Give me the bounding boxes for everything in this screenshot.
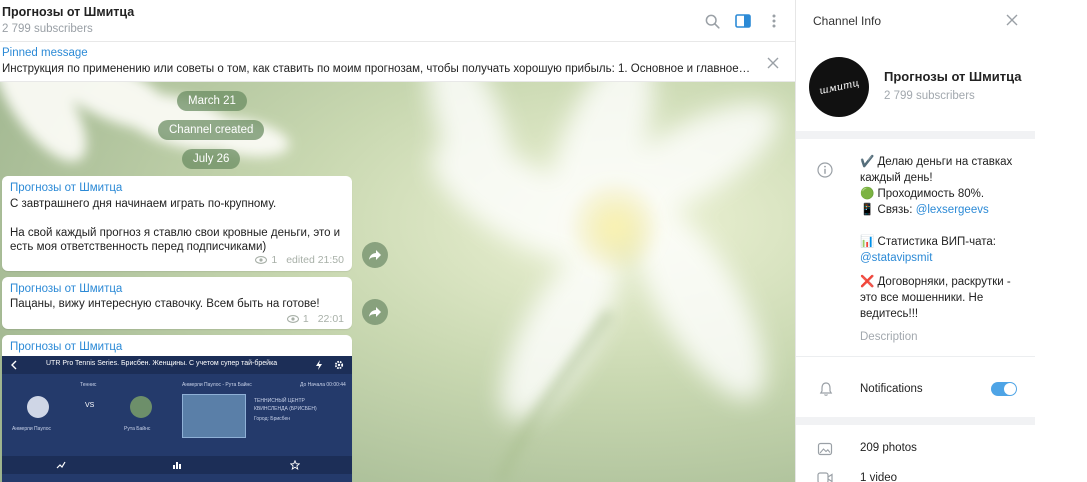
- avatar-logo-text: шмитц: [817, 77, 861, 97]
- forward-arrow-icon: [369, 307, 381, 317]
- date-pill-july: July 26: [182, 149, 241, 169]
- photos-count[interactable]: 209 photos: [860, 442, 917, 454]
- section-divider: [796, 417, 1035, 425]
- player-name: Рута Байнс: [124, 426, 151, 432]
- message-text-line: С завтрашнего дня начинаем играть по-кру…: [10, 198, 277, 210]
- videos-count[interactable]: 1 video: [860, 472, 897, 482]
- forward-arrow-icon: [369, 250, 381, 260]
- venue-city: Город: Брисбен: [254, 416, 291, 422]
- message-time: 22:01: [317, 313, 344, 325]
- message-text-line: есть моя ответственность перед подписчик…: [10, 241, 267, 253]
- description-line: ✔️ Делаю деньги на ставках: [860, 156, 1013, 168]
- channel-info-panel: Channel Info шмитц Прогнозы от Шмитца 2 …: [795, 0, 1035, 482]
- window-edge: [1035, 0, 1087, 482]
- description-line: 🟢 Проходимость 80%.: [860, 188, 985, 200]
- settings-gear-icon: [334, 360, 344, 370]
- message-time: edited 21:50: [286, 254, 344, 266]
- channel-created-pill: Channel created: [158, 120, 265, 140]
- section-divider: [796, 356, 1035, 357]
- notifications-label: Notifications: [860, 383, 923, 395]
- contact-link[interactable]: @lexsergeevs: [916, 204, 989, 216]
- panel-title: Channel Info: [813, 14, 882, 28]
- description-spacer: [860, 218, 1025, 234]
- description-text: 📱 Связь:: [860, 204, 916, 216]
- close-icon[interactable]: [765, 55, 781, 71]
- photo-bottom-bar: [2, 456, 352, 474]
- player-avatar: [130, 396, 152, 418]
- message-author[interactable]: Прогнозы от Шмитца: [10, 341, 122, 353]
- match-countdown: До Начала 00:00:44: [300, 382, 346, 388]
- message-author[interactable]: Прогнозы от Шмитца: [10, 182, 122, 194]
- vs-label: VS: [85, 402, 95, 409]
- toggle-info-panel-button[interactable]: [733, 11, 753, 31]
- venue-photo: [182, 394, 246, 438]
- close-icon[interactable]: [1004, 12, 1020, 28]
- subscriber-count: 2 799 subscribers: [884, 90, 975, 102]
- stats-link[interactable]: @statavipsmit: [860, 250, 1025, 266]
- message-bubble[interactable]: Прогнозы от Шмитца Пацаны, вижу интересн…: [2, 277, 352, 329]
- more-vertical-icon: [772, 14, 776, 28]
- photo-top-bar: UTR Pro Tennis Series. Брисбен. Женщины.…: [2, 356, 352, 374]
- photo-icon: [817, 442, 833, 456]
- message-text-line: Пацаны, вижу интересную ставочку. Всем б…: [10, 298, 320, 310]
- venue-name: КВИНСЛЕНДА (БРИСБЕН): [254, 406, 317, 412]
- pinned-message-title: Pinned message: [2, 47, 88, 59]
- message-photo[interactable]: UTR Pro Tennis Series. Брисбен. Женщины.…: [2, 356, 352, 482]
- chat-area: March 21 Channel created July 26 Прогноз…: [0, 0, 795, 482]
- pinned-message-bar[interactable]: Pinned message Инструкция по применению …: [0, 42, 795, 82]
- message-views: 1: [302, 313, 309, 325]
- match-players-label: Анмерли Паулос - Рута Байнс: [182, 382, 252, 388]
- message-bubble[interactable]: Прогнозы от Шмитца С завтрашнего дня нач…: [2, 176, 352, 271]
- description-label: Description: [860, 331, 918, 343]
- channel-name: Прогнозы от Шмитца: [884, 69, 1022, 84]
- chat-header: Прогнозы от Шмитца 2 799 subscribers: [0, 0, 795, 42]
- description-line: 📱 Связь: @lexsergeevs: [860, 202, 1025, 218]
- forward-button[interactable]: [362, 242, 388, 268]
- notifications-toggle[interactable]: [991, 382, 1017, 396]
- views-eye-icon: [255, 256, 268, 264]
- trend-icon: [56, 461, 66, 469]
- venue-name: ТЕННИСНЫЙ ЦЕНТР: [254, 398, 305, 404]
- lightning-icon: [316, 360, 322, 370]
- photo-title-text: UTR Pro Tennis Series. Брисбен. Женщины.…: [46, 360, 278, 367]
- search-button[interactable]: [702, 11, 722, 31]
- pinned-message-text: Инструкция по применению или советы о то…: [2, 63, 752, 75]
- message-text-line: На свой каждый прогноз я ставлю свои кро…: [10, 227, 341, 239]
- info-icon: [817, 162, 833, 178]
- section-divider: [796, 131, 1035, 139]
- description-line: ❌ Договорняки, раскрутки -: [860, 276, 1011, 288]
- avatar[interactable]: шмитц: [809, 57, 869, 117]
- message-author[interactable]: Прогнозы от Шмитца: [10, 283, 122, 295]
- sport-tab-label: Теннис: [80, 382, 97, 388]
- player-avatar: [27, 396, 49, 418]
- description-spacer: [860, 266, 1025, 274]
- description-line: 📊 Статистика ВИП-чата:: [860, 236, 997, 248]
- star-icon: [290, 460, 300, 470]
- message-meta: 1 22:01: [286, 313, 344, 325]
- channel-description: ✔️ Делаю деньги на ставках каждый день! …: [860, 154, 1025, 322]
- date-pill-march: March 21: [177, 91, 247, 111]
- search-icon: [705, 14, 720, 29]
- bell-icon: [819, 382, 833, 396]
- message-views: 1: [271, 254, 278, 266]
- chat-subscriber-count: 2 799 subscribers: [2, 23, 93, 35]
- description-line: это все мошенники. Не: [860, 292, 984, 304]
- player-name: Анмерли Паулос: [12, 426, 51, 432]
- chat-title[interactable]: Прогнозы от Шмитца: [2, 5, 134, 19]
- sidebar-toggle-icon: [735, 14, 751, 28]
- back-chevron-icon: [11, 360, 17, 370]
- bar-chart-icon: [173, 462, 181, 469]
- forward-button[interactable]: [362, 299, 388, 325]
- description-line: ведитесь!!!: [860, 308, 919, 320]
- more-menu-button[interactable]: [764, 11, 784, 31]
- toggle-knob: [1004, 383, 1016, 395]
- message-meta: 1 edited 21:50: [255, 254, 344, 266]
- views-eye-icon: [286, 315, 299, 323]
- video-icon: [817, 472, 833, 482]
- description-line: каждый день!: [860, 172, 933, 184]
